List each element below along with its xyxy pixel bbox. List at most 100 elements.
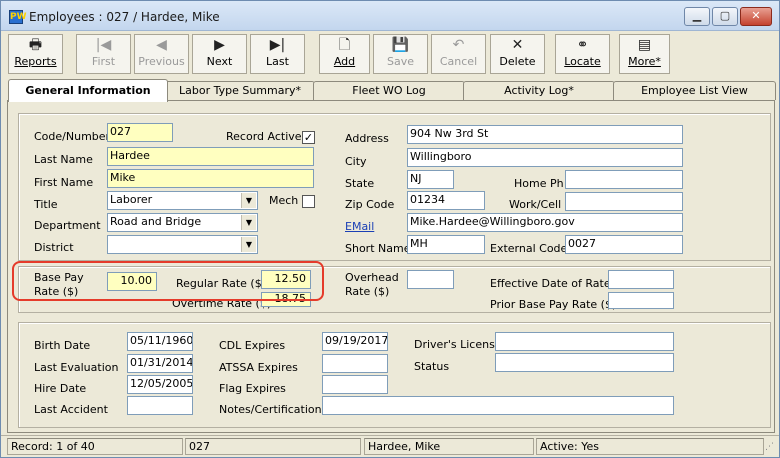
home-phone-field[interactable] bbox=[565, 170, 683, 189]
previous-button[interactable]: ◀ Previous bbox=[134, 34, 189, 74]
overhead-field[interactable] bbox=[407, 270, 454, 289]
save-button[interactable]: 💾 Save bbox=[373, 34, 428, 74]
overhead-label: Overhead bbox=[345, 271, 399, 284]
title-label: Title bbox=[34, 198, 58, 211]
chevron-down-icon[interactable]: ▼ bbox=[241, 237, 256, 252]
add-button[interactable]: 🗋 Add bbox=[319, 34, 370, 74]
effective-date-field[interactable] bbox=[608, 270, 674, 289]
state-label: State bbox=[345, 177, 375, 190]
resize-grip-icon[interactable]: ⋰ bbox=[765, 442, 774, 452]
first-name-field[interactable]: Mike bbox=[107, 169, 314, 188]
close-icon: ✕ bbox=[751, 9, 761, 22]
external-code-field[interactable]: 0027 bbox=[565, 235, 683, 254]
locate-label: Locate bbox=[564, 55, 601, 68]
next-icon: ▶ bbox=[214, 37, 225, 53]
cancel-label: Cancel bbox=[439, 55, 478, 68]
city-label: City bbox=[345, 155, 367, 168]
work-cell-field[interactable] bbox=[565, 192, 683, 211]
reports-button[interactable]: 🖶 Reports bbox=[8, 34, 63, 74]
status-field[interactable] bbox=[495, 353, 674, 372]
previous-icon: ◀ bbox=[156, 37, 167, 53]
birth-date-label: Birth Date bbox=[34, 339, 91, 352]
notes-certifications-field[interactable] bbox=[322, 396, 674, 415]
flag-expires-field[interactable] bbox=[322, 375, 388, 394]
undo-icon: ↶ bbox=[452, 37, 465, 53]
flag-expires-label: Flag Expires bbox=[219, 382, 286, 395]
record-active-checkbox[interactable]: ✓ bbox=[302, 131, 315, 144]
maximize-button[interactable]: ▢ bbox=[712, 7, 738, 26]
last-evaluation-field[interactable]: 01/31/2014 bbox=[127, 354, 193, 373]
next-button[interactable]: ▶ Next bbox=[192, 34, 247, 74]
status-bar: Record: 1 of 40 027 Hardee, Mike Active:… bbox=[1, 435, 779, 457]
toolbar: 🖶 Reports |◀ First ◀ Previous ▶ Next ▶| … bbox=[1, 32, 779, 76]
short-name-field[interactable]: MH bbox=[407, 235, 485, 254]
first-button[interactable]: |◀ First bbox=[76, 34, 131, 74]
tab-fleet-wo-log[interactable]: Fleet WO Log bbox=[313, 81, 465, 100]
hire-date-label: Hire Date bbox=[34, 382, 87, 395]
atssa-expires-field[interactable] bbox=[322, 354, 388, 373]
email-field[interactable]: Mike.Hardee@Willingboro.gov bbox=[407, 213, 683, 232]
delete-button[interactable]: ✕ Delete bbox=[490, 34, 545, 74]
work-cell-label: Work/Cell bbox=[509, 198, 562, 211]
hire-date-field[interactable]: 12/05/2005 bbox=[127, 375, 193, 394]
delete-label: Delete bbox=[499, 55, 536, 68]
prior-base-pay-field[interactable] bbox=[608, 292, 674, 309]
chevron-down-icon[interactable]: ▼ bbox=[241, 215, 256, 230]
notes-certifications-label: Notes/Certifications bbox=[219, 403, 328, 416]
more-button[interactable]: ▤ More* bbox=[619, 34, 670, 74]
address-label: Address bbox=[345, 132, 389, 145]
reports-label: Reports bbox=[14, 55, 57, 68]
status-label: Status bbox=[414, 360, 450, 373]
district-dropdown[interactable]: ▼ bbox=[107, 235, 258, 254]
previous-label: Previous bbox=[138, 55, 185, 68]
birth-date-field[interactable]: 05/11/1960 bbox=[127, 332, 193, 351]
cdl-expires-label: CDL Expires bbox=[219, 339, 286, 352]
first-name-label: First Name bbox=[34, 176, 94, 189]
department-dropdown[interactable]: Road and Bridge ▼ bbox=[107, 213, 258, 232]
maximize-icon: ▢ bbox=[719, 9, 731, 22]
tab-labor-type-summary[interactable]: Labor Type Summary* bbox=[165, 81, 315, 100]
next-label: Next bbox=[206, 55, 233, 68]
drivers-license-field[interactable] bbox=[495, 332, 674, 351]
zip-field[interactable]: 01234 bbox=[407, 191, 485, 210]
printer-icon: 🖶 bbox=[28, 37, 43, 53]
last-name-label: Last Name bbox=[34, 153, 93, 166]
tab-employee-list-view[interactable]: Employee List View bbox=[613, 81, 776, 100]
city-field[interactable]: Willingboro bbox=[407, 148, 683, 167]
district-label: District bbox=[34, 241, 74, 254]
status-active: Active: Yes bbox=[536, 438, 764, 455]
address-field[interactable]: 904 Nw 3rd St bbox=[407, 125, 683, 144]
last-name-field[interactable]: Hardee bbox=[107, 147, 314, 166]
mech-checkbox[interactable] bbox=[302, 195, 315, 208]
app-icon: PW bbox=[9, 10, 27, 24]
title-bar: PW Employees : 027 / Hardee, Mike ▁ ▢ ✕ bbox=[1, 1, 779, 31]
short-name-label: Short Name bbox=[345, 242, 411, 255]
chevron-down-icon[interactable]: ▼ bbox=[241, 193, 256, 208]
record-active-label: Record Active bbox=[226, 130, 302, 143]
mech-label: Mech bbox=[269, 194, 299, 207]
title-dropdown[interactable]: Laborer ▼ bbox=[107, 191, 258, 210]
last-button[interactable]: ▶| Last bbox=[250, 34, 305, 74]
first-record-icon: |◀ bbox=[95, 37, 112, 53]
minimize-button[interactable]: ▁ bbox=[684, 7, 710, 26]
more-label: More* bbox=[628, 55, 661, 68]
delete-x-icon: ✕ bbox=[511, 37, 524, 53]
cdl-expires-field[interactable]: 09/19/2017 bbox=[322, 332, 388, 351]
atssa-expires-label: ATSSA Expires bbox=[219, 361, 298, 374]
state-field[interactable]: NJ bbox=[407, 170, 454, 189]
cancel-button[interactable]: ↶ Cancel bbox=[431, 34, 486, 74]
prior-base-pay-label: Prior Base Pay Rate ($) bbox=[490, 298, 617, 311]
tab-activity-log[interactable]: Activity Log* bbox=[463, 81, 615, 100]
tab-general-information[interactable]: General Information bbox=[8, 79, 168, 102]
effective-date-label: Effective Date of Rates bbox=[490, 277, 617, 290]
locate-button[interactable]: ⚭ Locate bbox=[555, 34, 610, 74]
highlight-box bbox=[12, 261, 324, 301]
last-accident-field[interactable] bbox=[127, 396, 193, 415]
first-label: First bbox=[91, 55, 116, 68]
close-button[interactable]: ✕ bbox=[740, 7, 772, 26]
code-field[interactable]: 027 bbox=[107, 123, 173, 142]
minimize-icon: ▁ bbox=[692, 9, 702, 22]
department-label: Department bbox=[34, 219, 101, 232]
email-link[interactable]: EMail bbox=[345, 220, 374, 233]
overhead-label-2: Rate ($) bbox=[345, 285, 390, 298]
